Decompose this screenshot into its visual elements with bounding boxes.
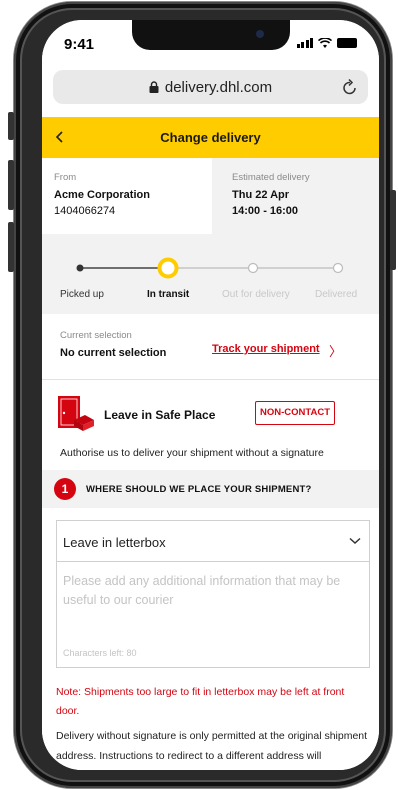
step-label-out-for-delivery: Out for delivery: [222, 289, 290, 300]
wifi-icon: [318, 38, 332, 48]
non-contact-badge: NON-CONTACT: [255, 401, 335, 425]
notch: [132, 20, 290, 50]
shipment-info: From Acme Corporation 1404066274 Estimat…: [42, 158, 379, 238]
safe-place-title: Leave in Safe Place: [104, 408, 216, 422]
status-time: 9:41: [64, 36, 95, 53]
step-dot-picked-up: [76, 264, 84, 272]
url-bar[interactable]: delivery.dhl.com: [53, 70, 368, 104]
signal-icon: [296, 38, 313, 48]
status-icons: [296, 38, 357, 48]
section-header: 1 WHERE SHOULD WE PLACE YOUR SHIPMENT?: [42, 470, 379, 508]
volume-down-button: [8, 222, 14, 272]
track-shipment-link[interactable]: Track your shipment: [212, 343, 320, 355]
step-label-picked-up: Picked up: [60, 289, 104, 300]
from-label: From: [54, 172, 77, 183]
url-text: delivery.dhl.com: [164, 78, 273, 96]
delivery-progress: Picked up In transit Out for delivery De…: [42, 234, 379, 314]
section-title: WHERE SHOULD WE PLACE YOUR SHIPMENT?: [86, 484, 312, 495]
characters-left: Characters left: 80: [63, 648, 137, 658]
power-button: [390, 190, 396, 270]
current-selection-value: No current selection: [60, 347, 167, 359]
status-bar: 9:41: [42, 20, 379, 66]
placement-selected-value: Leave in letterbox: [63, 535, 166, 550]
delivery-disclaimer: Delivery without signature is only permi…: [56, 730, 368, 762]
page-title: Change delivery: [160, 130, 261, 145]
current-selection-label: Current selection: [60, 330, 132, 341]
estimated-label: Estimated delivery: [232, 172, 310, 183]
lock-icon: [149, 81, 159, 93]
step-number-badge: 1: [54, 478, 76, 500]
volume-up-button: [8, 160, 14, 210]
step-dot-in-transit: [157, 257, 179, 279]
tracking-number: 1404066274: [54, 205, 116, 217]
safe-place-description: Authorise us to deliver your shipment wi…: [60, 447, 324, 459]
step-label-delivered: Delivered: [315, 289, 358, 300]
battery-icon: [337, 38, 357, 48]
chevron-down-icon: [349, 537, 361, 545]
step-dot-out-for-delivery: [247, 262, 259, 274]
estimated-date: Thu 22 Apr: [232, 189, 290, 201]
mute-switch: [8, 112, 14, 140]
sender-card: From Acme Corporation 1404066274: [42, 158, 212, 238]
progress-track: [76, 257, 344, 279]
step-label-in-transit: In transit: [147, 289, 190, 300]
sender-name: Acme Corporation: [54, 189, 150, 201]
reload-icon[interactable]: [342, 78, 358, 96]
safe-place-option[interactable]: Leave in Safe Place NON-CONTACT Authoris…: [42, 380, 379, 470]
placement-form: Leave in letterbox Please add any additi…: [42, 508, 379, 770]
placement-select[interactable]: Leave in letterbox: [56, 520, 370, 562]
phone-screen: 9:41 delivery.dhl.com Change delivery Fr…: [42, 20, 379, 770]
door-package-icon: [58, 396, 94, 431]
step-dot-delivered: [332, 262, 344, 274]
page-header: Change delivery: [42, 117, 379, 158]
current-selection: Current selection No current selection T…: [42, 314, 379, 380]
estimated-time: 14:00 - 16:00: [232, 205, 299, 217]
chevron-right-icon: 〉: [329, 344, 343, 359]
courier-instructions-textarea[interactable]: Please add any additional information th…: [56, 562, 370, 668]
letterbox-note: Note: Shipments too large to fit in lett…: [56, 686, 345, 717]
textarea-placeholder: Please add any additional information th…: [63, 574, 341, 607]
camera-icon: [256, 30, 264, 38]
